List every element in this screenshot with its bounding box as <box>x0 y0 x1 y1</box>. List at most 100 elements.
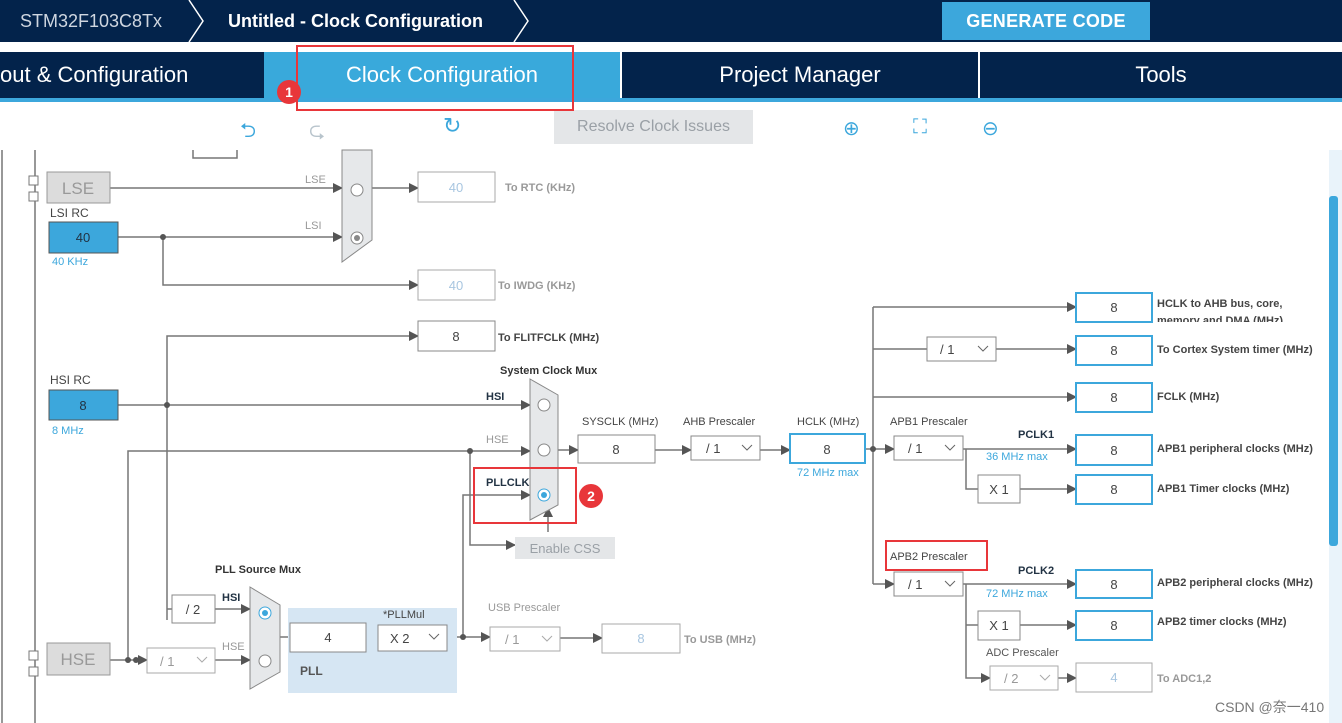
rtc-mux-lse-radio[interactable] <box>350 183 364 197</box>
lsi-value: 40 <box>76 230 90 245</box>
hsi-rc-box[interactable] <box>48 389 119 421</box>
chevron-down-icon <box>541 635 553 642</box>
chevron-down-icon <box>944 444 956 451</box>
iwdg-output-box[interactable] <box>417 269 496 301</box>
pclk2-label: PCLK2 <box>1018 565 1054 577</box>
lsi-rc-label: LSI RC <box>50 206 89 220</box>
apb1-timer-value: 8 <box>1110 482 1117 497</box>
cortex-divider-select[interactable] <box>926 336 997 362</box>
zoom-out-icon[interactable]: ⊖ <box>982 116 999 141</box>
reset-icon[interactable]: ↻ <box>443 113 461 139</box>
ahb-output-box[interactable] <box>1075 292 1153 323</box>
fclk-box[interactable] <box>1075 382 1153 413</box>
hclk-input[interactable] <box>789 433 866 464</box>
pllmul-value: X 2 <box>390 631 410 646</box>
apb2-timer-multiplier <box>977 610 1021 641</box>
chevron-down-icon <box>944 580 956 587</box>
hse-source[interactable] <box>46 642 111 676</box>
fit-icon[interactable]: ⛶ <box>913 116 927 139</box>
breadcrumb-project[interactable]: Untitled - Clock Configuration <box>228 0 483 42</box>
apb2-peripheral-value: 8 <box>1110 577 1117 592</box>
chevron-down-icon <box>1039 674 1051 681</box>
hclk-value: 8 <box>823 442 830 457</box>
apb2-prescaler-select[interactable] <box>893 571 964 597</box>
hsi-rc-label: HSI RC <box>50 373 91 387</box>
cortex-timer-label: To Cortex System timer (MHz) <box>1157 344 1313 356</box>
rtc-value: 40 <box>449 180 463 195</box>
enable-css-button[interactable] <box>515 537 615 559</box>
main-tabs: out & Configuration Clock Configuration … <box>0 52 1342 102</box>
pclk1-max: 36 MHz max <box>986 451 1048 463</box>
annotation-badge-1: 1 <box>277 80 301 104</box>
chevron-down-icon <box>741 444 753 451</box>
tab-pinout-configuration[interactable]: out & Configuration <box>0 52 262 98</box>
iwdg-value: 40 <box>449 278 463 293</box>
pllsrc-hse-radio[interactable] <box>258 654 272 668</box>
hse-label: HSE <box>61 650 96 669</box>
rtc-input-lse: LSE <box>305 174 326 186</box>
rtc-output-box[interactable] <box>417 171 496 203</box>
zoom-in-icon[interactable]: ⊕ <box>843 116 860 141</box>
pll-source-input-hsi: HSI <box>222 592 240 604</box>
sysclk-box[interactable] <box>577 434 656 464</box>
usb-prescaler-value: / 1 <box>505 632 519 647</box>
cortex-divider-value: / 1 <box>940 342 954 357</box>
adc-prescaler-select[interactable] <box>989 665 1059 691</box>
apb1-timer-multiplier <box>977 474 1021 504</box>
breadcrumb-chevron-icon <box>513 0 529 42</box>
apb1-prescaler-select[interactable] <box>893 435 964 461</box>
redo-icon[interactable]: ⮎ <box>309 116 325 150</box>
rtc-mux-lsi-radio[interactable] <box>350 231 364 245</box>
flitfclk-label: To FLITFCLK (MHz) <box>498 332 600 344</box>
pllmul-select[interactable] <box>377 624 448 652</box>
tab-project-manager[interactable]: Project Manager <box>622 52 978 98</box>
ahb-output-label: HCLK to AHB bus, core, <box>1157 298 1283 310</box>
apb1-prescaler-value: / 1 <box>908 441 922 456</box>
generate-code-button[interactable]: GENERATE CODE <box>942 2 1150 40</box>
fclk-value: 8 <box>1110 390 1117 405</box>
sysclk-value: 8 <box>612 442 619 457</box>
undo-icon[interactable]: ⮌ <box>240 116 256 150</box>
apb2-timer-multiplier-value: X 1 <box>989 618 1009 633</box>
breadcrumb-mcu[interactable]: STM32F103C8Tx <box>20 0 162 42</box>
adc-prescaler-label: ADC Prescaler <box>986 647 1059 659</box>
adc-output-box[interactable] <box>1075 662 1153 693</box>
pll-source-mux <box>249 586 281 690</box>
apb1-peripheral-box[interactable] <box>1075 434 1153 466</box>
lse-source[interactable] <box>46 171 111 204</box>
sysmux-input-hse: HSE <box>486 434 509 446</box>
cortex-timer-box[interactable] <box>1075 335 1153 366</box>
hclk-label: HCLK (MHz) <box>797 416 859 428</box>
fclk-label: FCLK (MHz) <box>1157 391 1220 403</box>
lsi-rc-box[interactable] <box>48 221 119 254</box>
apb2-timer-label: APB2 timer clocks (MHz) <box>1157 616 1287 628</box>
pll-source-mux-label: PLL Source Mux <box>215 564 302 576</box>
apb2-peripheral-box[interactable] <box>1075 569 1153 599</box>
apb2-peripheral-label: APB2 peripheral clocks (MHz) <box>1157 577 1313 589</box>
flitfclk-output-box[interactable] <box>417 320 496 352</box>
lse-label: LSE <box>62 179 94 198</box>
ahb-prescaler-select[interactable] <box>690 435 761 461</box>
apb1-timer-multiplier-value: X 1 <box>989 482 1009 497</box>
apb1-timer-box[interactable] <box>1075 474 1153 505</box>
chevron-down-icon <box>428 633 440 640</box>
usb-prescaler-select[interactable] <box>489 626 561 652</box>
scrollbar-thumb[interactable] <box>1329 196 1338 546</box>
tab-tools[interactable]: Tools <box>980 52 1342 98</box>
hsi-value: 8 <box>79 398 86 413</box>
sysmux-input-hsi: HSI <box>486 391 504 403</box>
usb-output-box[interactable] <box>601 623 681 654</box>
iwdg-label: To IWDG (KHz) <box>498 280 576 292</box>
pllmul-label: *PLLMul <box>383 609 425 621</box>
ahb-output-label-2: memory and DMA (MHz) <box>1157 315 1283 327</box>
ahb-prescaler-value: / 1 <box>706 441 720 456</box>
hclk-max: 72 MHz max <box>797 467 859 479</box>
ahb-prescaler-label: AHB Prescaler <box>683 416 755 428</box>
apb1-prescaler-label: APB1 Prescaler <box>890 416 968 428</box>
sysmux-hse-radio[interactable] <box>537 443 551 457</box>
apb2-timer-box[interactable] <box>1075 610 1153 641</box>
hse-prediv-select[interactable] <box>146 647 216 674</box>
sysmux-hsi-radio[interactable] <box>537 398 551 412</box>
resolve-clock-issues-button[interactable]: Resolve Clock Issues <box>554 110 753 144</box>
pllsrc-hsi-radio[interactable] <box>258 606 272 620</box>
